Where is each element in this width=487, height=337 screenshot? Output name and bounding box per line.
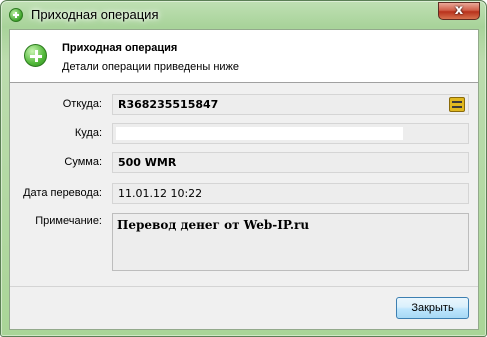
from-field[interactable]: R368235515847 bbox=[112, 94, 469, 115]
amount-value: 500 WMR bbox=[118, 156, 177, 169]
from-value: R368235515847 bbox=[118, 98, 219, 111]
dialog-body: Приходная операция Детали операции приве… bbox=[9, 29, 479, 330]
dialog-header: Приходная операция Детали операции приве… bbox=[10, 30, 478, 83]
dialog-window: Приходная операция x Приходная операция … bbox=[0, 0, 487, 337]
close-button[interactable]: Закрыть bbox=[396, 297, 469, 319]
to-value-box bbox=[116, 127, 403, 140]
footer-divider bbox=[10, 286, 478, 287]
date-field[interactable]: 11.01.12 10:22 bbox=[112, 183, 469, 204]
header-subtitle: Детали операции приведены ниже bbox=[62, 61, 240, 73]
amount-label: Сумма: bbox=[64, 156, 102, 168]
title-bar[interactable]: Приходная операция x bbox=[1, 1, 486, 29]
window-title: Приходная операция bbox=[31, 7, 159, 22]
date-value: 11.01.12 10:22 bbox=[118, 187, 203, 200]
close-icon: x bbox=[454, 3, 464, 18]
note-value: Перевод денег от Web-IP.ru bbox=[117, 218, 310, 232]
wallet-icon[interactable] bbox=[449, 97, 465, 112]
to-field[interactable] bbox=[112, 123, 469, 144]
header-title: Приходная операция bbox=[62, 42, 178, 54]
amount-field[interactable]: 500 WMR bbox=[112, 152, 469, 173]
close-window-button[interactable]: x bbox=[438, 2, 480, 20]
plus-circle-icon bbox=[24, 44, 47, 67]
to-label: Куда: bbox=[74, 127, 102, 139]
note-textarea[interactable]: Перевод денег от Web-IP.ru bbox=[112, 213, 469, 271]
note-label: Примечание: bbox=[35, 215, 102, 227]
from-label: Откуда: bbox=[62, 98, 102, 110]
date-label: Дата перевода: bbox=[23, 187, 102, 199]
plus-circle-icon bbox=[9, 8, 23, 22]
